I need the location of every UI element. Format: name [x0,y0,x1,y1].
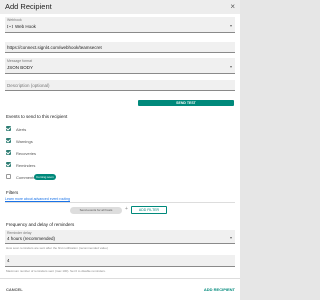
webhook-icon [7,24,13,29]
webhook-url-value: https://connect.signl4.com/webhook/teams… [7,45,102,50]
comments-checkbox[interactable] [6,174,11,179]
webhook-value: Web Hook [15,24,36,29]
chevron-down-icon: ▾ [229,64,232,69]
dialog-title: Add Recipient [5,2,52,11]
recoveries-label: Recoveries [16,150,37,156]
reminder-delay-label: Reminder delay [7,231,32,235]
message-format-value: JSON BODY [7,65,34,70]
reminder-delay-hint: How soon reminders are sent after the fi… [6,246,108,250]
send-test-button[interactable]: SEND TEST [138,100,234,106]
webhook-url-field[interactable]: https://connect.signl4.com/webhook/teams… [5,42,235,53]
plus-separator: + [125,206,128,212]
description-field[interactable]: Description (optional) [5,80,235,91]
message-format-select[interactable]: Message format JSON BODY ▾ [5,58,235,74]
warnings-checkbox[interactable] [6,138,11,143]
reminder-count-hint: Maximum number of reminders sent (max 10… [6,269,106,273]
close-icon[interactable]: × [230,2,235,11]
filters-divider [5,202,235,203]
comments-label: Comments [16,174,36,180]
frequency-heading: Frequency and delay of reminders [6,222,75,227]
add-recipient-button[interactable]: ADD RECIPIENT [204,287,235,292]
warnings-label: Warnings [16,138,33,144]
description-placeholder: Description (optional) [7,83,50,88]
cancel-button[interactable]: CANCEL [6,287,23,292]
reminders-label: Reminders [16,162,36,168]
filters-heading: Filters [6,190,19,195]
webhook-label: Webhook [7,18,22,22]
events-heading: Events to send to this recipient [6,114,68,119]
alerts-checkbox[interactable] [6,126,11,131]
recoveries-checkbox[interactable] [6,150,11,155]
add-filter-label: ADD FILTER [138,208,160,212]
footer-divider [0,278,240,279]
reminder-delay-value: 4 hours (recommended) [7,236,56,241]
chevron-down-icon: ▾ [229,23,232,28]
reminder-delay-select[interactable]: Reminder delay 4 hours (recommended) ▾ [5,230,235,244]
add-filter-button[interactable]: ADD FILTER [131,206,167,214]
coming-soon-badge: Coming soon [34,174,56,180]
reminder-count-value: 4 [7,258,10,263]
add-recipient-dialog: Add Recipient × Webhook Web Hook ▾ https… [0,0,240,300]
reminders-checkbox[interactable] [6,162,11,167]
all-hosts-chip[interactable]: Send events for all hosts [70,207,122,214]
message-format-label: Message format [7,59,33,63]
webhook-select[interactable]: Webhook Web Hook ▾ [5,17,235,33]
alerts-label: Alerts [16,126,27,132]
dialog-header: Add Recipient × [0,0,240,14]
chevron-down-icon: ▾ [229,235,232,240]
reminder-count-field[interactable]: 4 [5,255,235,267]
advanced-routing-link[interactable]: Learn more about advanced event routing [5,197,70,201]
